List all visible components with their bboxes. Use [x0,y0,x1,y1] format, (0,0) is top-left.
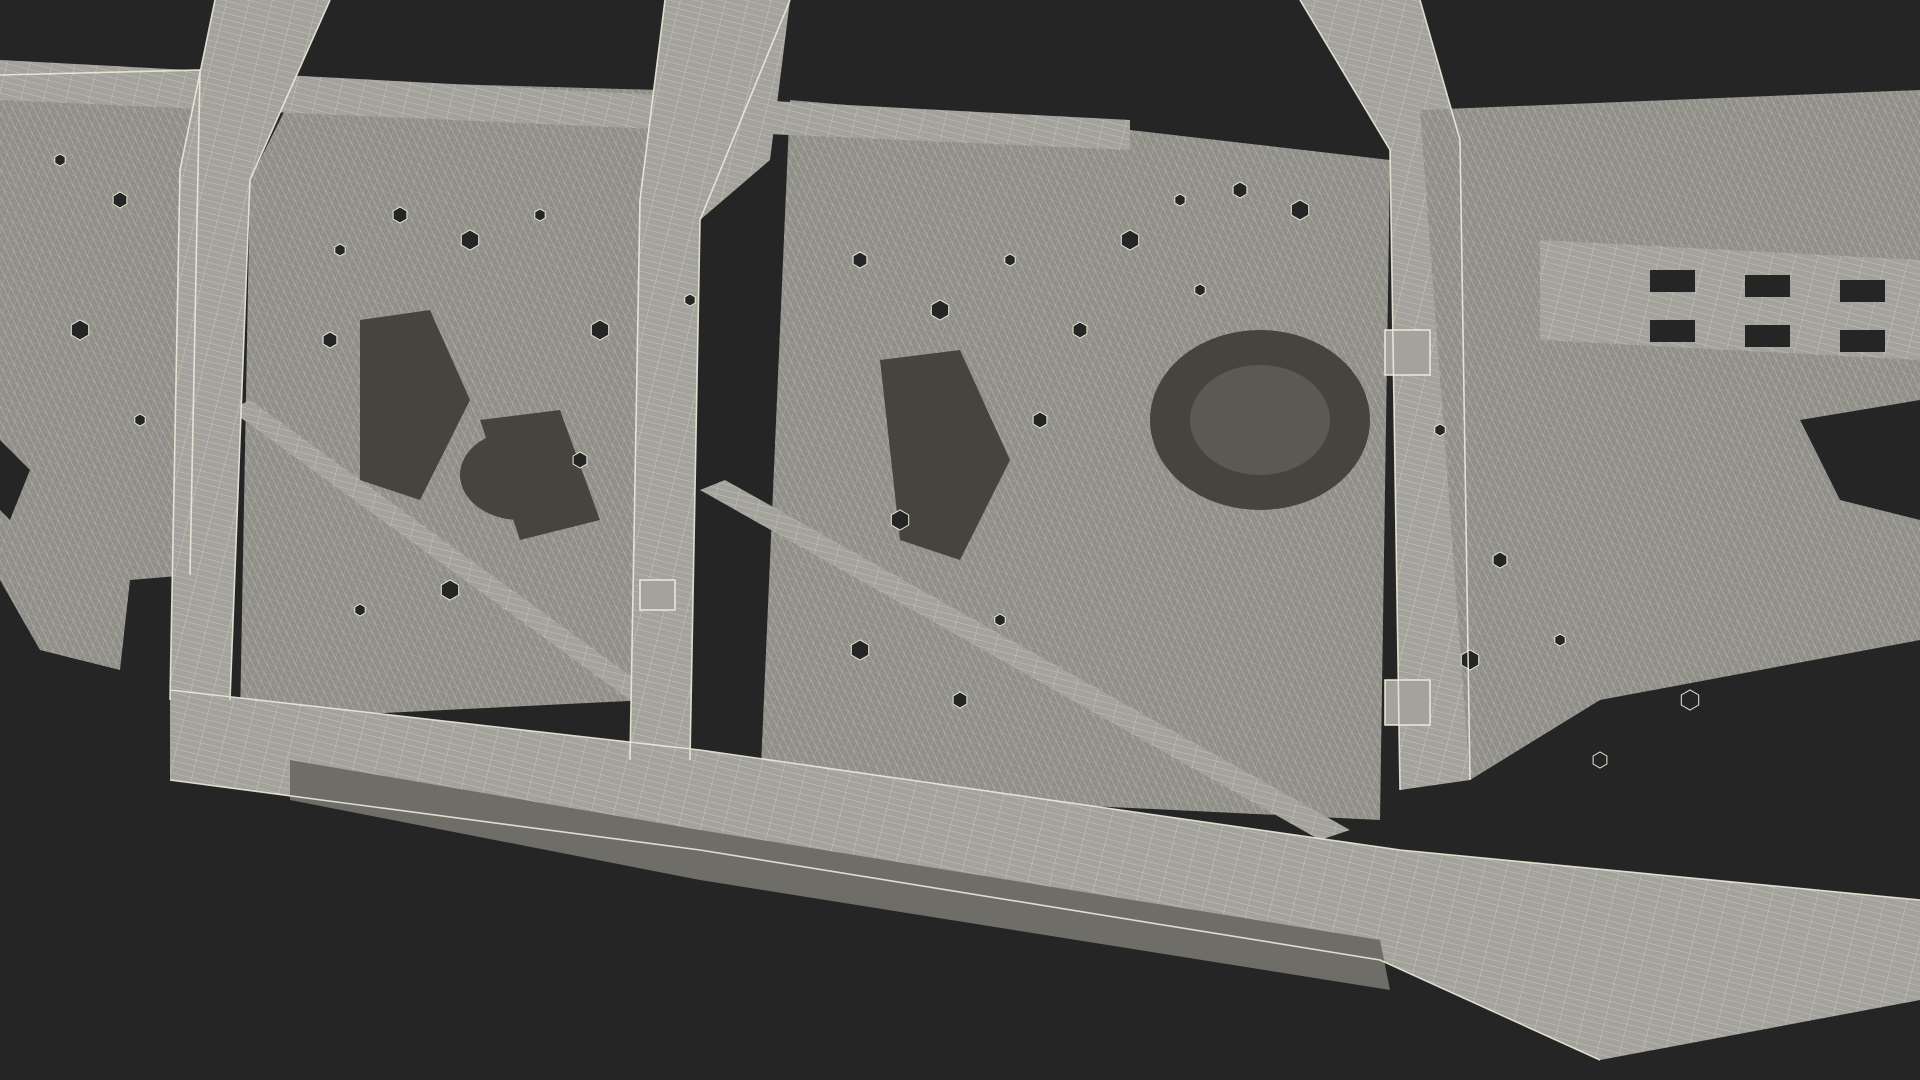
mounting-hole [112,191,128,209]
mounting-hole [1290,199,1310,221]
mounting-hole [334,243,346,257]
render-viewport [0,0,1920,1080]
hinge-top [1384,329,1431,376]
mounting-hole [590,319,610,341]
mounting-hole [1174,193,1186,207]
mounting-hole [1194,283,1206,297]
mounting-hole [1460,649,1480,671]
mounting-hole [1032,411,1048,429]
car-frame-render [0,0,1920,1080]
rear-slot-2 [1745,275,1790,297]
mounting-hole [572,451,588,469]
mounting-hole [1004,253,1016,267]
mounting-hole [1680,689,1700,711]
mounting-hole [850,639,870,661]
mounting-hole [852,251,868,269]
mounting-hole [1592,751,1608,769]
mounting-hole [534,208,546,222]
b-pillar-hinge [639,579,676,611]
mounting-hole [684,293,696,307]
mounting-hole [1072,321,1088,339]
rear-slot-5 [1745,325,1790,347]
mounting-hole [952,691,968,709]
mounting-hole [70,319,90,341]
mounting-hole [354,603,366,617]
mounting-hole [930,299,950,321]
mounting-hole [54,153,66,167]
mounting-hole [322,331,338,349]
mounting-hole [1120,229,1140,251]
mounting-hole [440,579,460,601]
wheel-arch-inner [1190,365,1330,475]
front-panel-round-hole [460,430,580,520]
mounting-hole [460,229,480,251]
hinge-bottom [1384,679,1431,726]
mounting-hole [994,613,1006,627]
rear-slot-3 [1840,280,1885,302]
mounting-hole [890,509,910,531]
mounting-hole [1492,551,1508,569]
rear-slot-4 [1650,320,1695,342]
mounting-hole [134,413,146,427]
mounting-hole [392,206,408,224]
mounting-hole [1434,423,1446,437]
mounting-hole [1232,181,1248,199]
rear-slot-6 [1840,330,1885,352]
mounting-hole [1554,633,1566,647]
rear-slot-1 [1650,270,1695,292]
front-door-inner-panel [240,80,660,720]
